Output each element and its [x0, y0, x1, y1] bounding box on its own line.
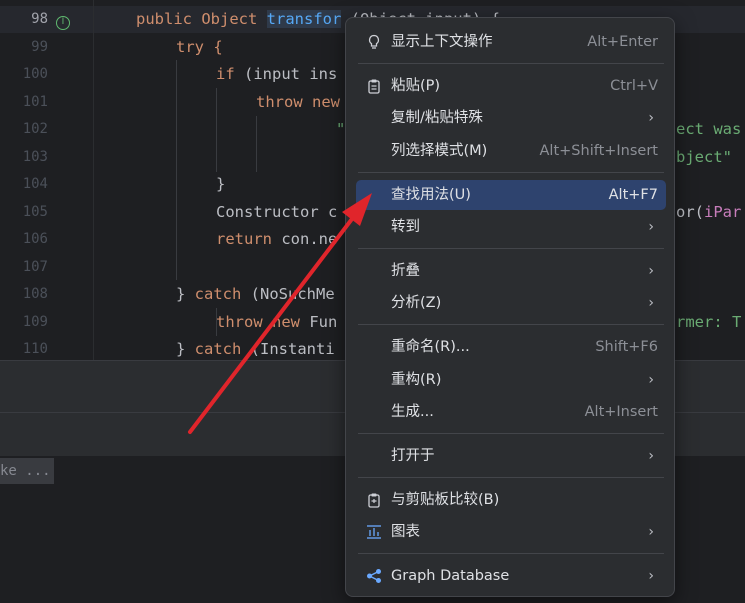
annotation-arrow	[188, 193, 372, 434]
